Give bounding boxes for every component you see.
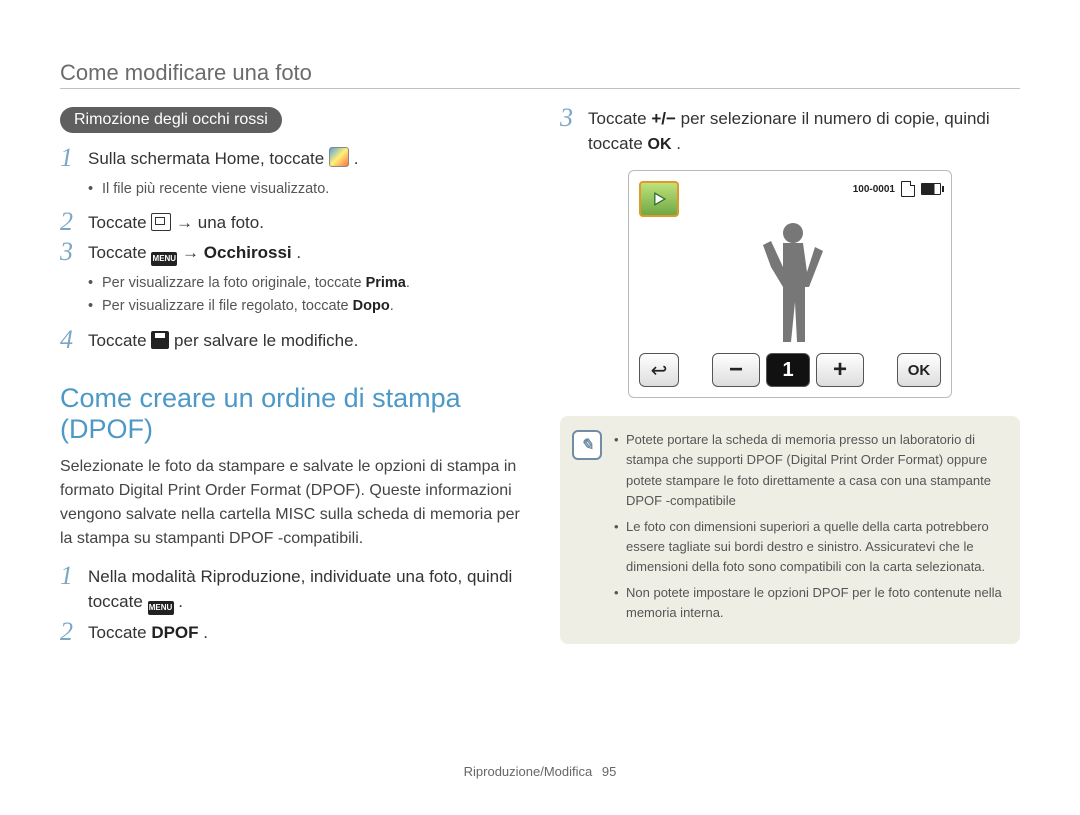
page-number: 95	[602, 764, 616, 779]
home-gallery-icon	[329, 147, 349, 167]
bullet: Per visualizzare il file regolato, tocca…	[88, 295, 520, 318]
text: Toccate	[88, 213, 151, 232]
step-text: Sulla schermata Home, toccate .	[88, 147, 358, 172]
text: .	[203, 623, 208, 642]
header-rule	[60, 88, 1020, 89]
footer-section: Riproduzione/Modifica	[464, 764, 593, 779]
text: .	[354, 149, 359, 168]
note-icon: ✎	[572, 430, 602, 460]
plus-minus-icon: +/−	[651, 109, 676, 128]
step-number: 3	[560, 105, 588, 131]
content-columns: Rimozione degli occhi rossi 1 Sulla sche…	[60, 107, 1020, 651]
minus-button[interactable]: −	[712, 353, 760, 387]
screen-inner: 100-0001	[635, 177, 945, 391]
back-arrow-icon: ↩	[651, 358, 668, 383]
redeye-step-2: 2 Toccate → una foto.	[60, 211, 520, 236]
step-number: 2	[60, 619, 88, 645]
subsection-pill: Rimozione degli occhi rossi	[60, 107, 282, 133]
redeye-step-3: 3 Toccate MENU → Occhirossi .	[60, 241, 520, 266]
step-text: Nella modalità Riproduzione, individuate…	[88, 565, 520, 614]
count-controls: − 1 +	[712, 353, 864, 387]
text: per salvare le modifiche.	[174, 331, 358, 350]
text: Toccate	[88, 623, 151, 642]
text: .	[178, 592, 183, 611]
text: →	[182, 243, 204, 262]
bold-label: DPOF	[151, 623, 198, 642]
text: Toccate	[88, 243, 151, 262]
folder-icon	[151, 213, 171, 231]
step-text: Toccate MENU → Occhirossi .	[88, 241, 301, 266]
dpof-step-2: 2 Toccate DPOF .	[60, 621, 520, 646]
menu-icon: MENU	[151, 252, 177, 266]
file-number: 100-0001	[853, 184, 895, 195]
redeye-step-3-notes: Per visualizzare la foto originale, tocc…	[88, 272, 520, 318]
text: → una foto.	[176, 213, 264, 232]
status-icons: 100-0001	[853, 181, 941, 197]
right-column: 3 Toccate +/− per selezionare il numero …	[560, 107, 1020, 651]
page-footer: Riproduzione/Modifica 95	[0, 764, 1080, 779]
battery-icon	[921, 183, 941, 195]
copy-count-display: 1	[766, 353, 810, 387]
note-item: Non potete impostare le opzioni DPOF per…	[614, 583, 1004, 623]
dpof-step-3: 3 Toccate +/− per selezionare il numero …	[560, 107, 1020, 156]
section-paragraph: Selezionate le foto da stampare e salvat…	[60, 455, 520, 551]
bold-label: Occhirossi	[204, 243, 292, 262]
person-silhouette-icon	[745, 217, 835, 347]
bold-label: Dopo	[353, 298, 390, 314]
text: Per visualizzare il file regolato, tocca…	[102, 298, 353, 314]
step-text: Toccate DPOF .	[88, 621, 208, 646]
step-text: Toccate per salvare le modifiche.	[88, 329, 358, 354]
text: Sulla schermata Home, toccate	[88, 149, 329, 168]
page-title: Come modificare una foto	[60, 60, 1020, 86]
step-text: Toccate +/− per selezionare il numero di…	[588, 107, 1020, 156]
step-text: Toccate → una foto.	[88, 211, 264, 236]
text: Per visualizzare la foto originale, tocc…	[102, 275, 366, 291]
text: Toccate	[88, 331, 151, 350]
manual-page: { "header": { "title": "Come modificare …	[0, 0, 1080, 815]
text: .	[390, 298, 394, 314]
text: Toccate	[588, 109, 651, 128]
bold-label: Prima	[366, 275, 406, 291]
redeye-step-4: 4 Toccate per salvare le modifiche.	[60, 329, 520, 354]
text: .	[296, 243, 301, 262]
step-number: 3	[60, 239, 88, 265]
section-heading-dpof: Come creare un ordine di stampa (DPOF)	[60, 383, 520, 445]
left-column: Rimozione degli occhi rossi 1 Sulla sche…	[60, 107, 520, 651]
ok-icon: OK	[648, 136, 672, 153]
menu-icon: MENU	[148, 601, 174, 615]
note-item: Potete portare la scheda di memoria pres…	[614, 430, 1004, 511]
sd-card-icon	[901, 181, 915, 197]
step-number: 1	[60, 145, 88, 171]
note-item: Le foto con dimensioni superiori a quell…	[614, 517, 1004, 577]
ok-button[interactable]: OK	[897, 353, 941, 387]
note-list: Potete portare la scheda di memoria pres…	[614, 430, 1004, 629]
info-note-box: ✎ Potete portare la scheda di memoria pr…	[560, 416, 1020, 643]
dpof-step-1: 1 Nella modalità Riproduzione, individua…	[60, 565, 520, 614]
text: .	[406, 275, 410, 291]
step-number: 2	[60, 209, 88, 235]
play-icon	[649, 189, 669, 209]
bullet: Il file più recente viene visualizzato.	[88, 178, 520, 201]
camera-screen-illustration: 100-0001	[628, 170, 952, 398]
redeye-step-1-notes: Il file più recente viene visualizzato.	[88, 178, 520, 201]
thumbnail-play-icon[interactable]	[639, 181, 679, 217]
screen-statusbar: 100-0001	[635, 177, 945, 217]
save-icon	[151, 331, 169, 349]
plus-button[interactable]: +	[816, 353, 864, 387]
step-number: 4	[60, 327, 88, 353]
redeye-step-1: 1 Sulla schermata Home, toccate .	[60, 147, 520, 172]
photo-preview	[635, 217, 945, 347]
step-number: 1	[60, 563, 88, 589]
bullet: Per visualizzare la foto originale, tocc…	[88, 272, 520, 295]
screen-toolbar: ↩ − 1 + OK	[635, 347, 945, 391]
text: .	[676, 134, 681, 153]
back-button[interactable]: ↩	[639, 353, 679, 387]
